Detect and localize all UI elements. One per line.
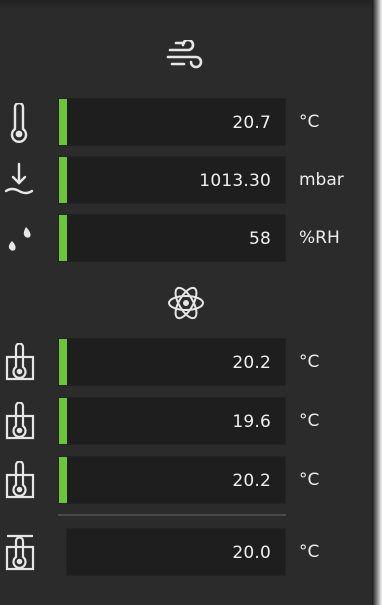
sensor-temperature-unit: °C xyxy=(299,470,320,490)
average-temperature-value: 20.0 xyxy=(232,543,271,563)
readings-panel: 20.7 °C 1013.30 mbar 58 %RH 20.2 °C 19.6… xyxy=(0,0,372,605)
status-bar xyxy=(59,215,67,261)
status-bar xyxy=(59,398,67,444)
sensor-temperature-field: 20.2 xyxy=(58,456,286,504)
thermometer-icon xyxy=(2,103,42,143)
sensor-temperature-field: 20.2 xyxy=(58,338,286,386)
ambient-temperature-field: 20.7 xyxy=(58,98,286,146)
ambient-temperature-value: 20.7 xyxy=(232,113,271,133)
sensor-temperature-row: 20.2 °C xyxy=(0,456,372,504)
sensor-temperature-value: 20.2 xyxy=(232,471,271,491)
sensor-temperature-value: 19.6 xyxy=(232,412,271,432)
probe-thermometer-icon xyxy=(2,343,42,383)
pressure-field: 1013.30 xyxy=(58,156,286,204)
atom-icon xyxy=(0,283,372,323)
average-temperature-unit: °C xyxy=(299,542,320,562)
panel-top-edge xyxy=(0,0,372,10)
wind-icon xyxy=(0,40,372,74)
average-temperature-row: 20.0 °C xyxy=(0,528,372,576)
pressure-unit: mbar xyxy=(299,170,344,190)
sensor-temperature-row: 19.6 °C xyxy=(0,397,372,445)
average-temperature-field: 20.0 xyxy=(66,528,286,576)
pressure-value: 1013.30 xyxy=(199,171,271,191)
status-bar xyxy=(59,457,67,503)
sensor-temperature-field: 19.6 xyxy=(58,397,286,445)
pressure-row: 1013.30 mbar xyxy=(0,156,372,204)
humidity-row: 58 %RH xyxy=(0,214,372,262)
probe-thermometer-icon xyxy=(2,461,42,501)
humidity-unit: %RH xyxy=(299,228,340,248)
humidity-value: 58 xyxy=(248,229,271,249)
sensor-temperature-value: 20.2 xyxy=(232,353,271,373)
humidity-field: 58 xyxy=(58,214,286,262)
status-bar xyxy=(59,157,67,203)
sensor-temperature-row: 20.2 °C xyxy=(0,338,372,386)
ambient-temperature-row: 20.7 °C xyxy=(0,98,372,146)
window-edge xyxy=(372,0,382,605)
sensor-temperature-unit: °C xyxy=(299,352,320,372)
sensor-temperature-unit: °C xyxy=(299,411,320,431)
ambient-temperature-unit: °C xyxy=(299,112,320,132)
status-bar xyxy=(59,339,67,385)
pressure-icon xyxy=(2,161,42,201)
average-thermometer-icon xyxy=(2,533,42,573)
status-bar xyxy=(59,99,67,145)
humidity-icon xyxy=(2,219,42,259)
divider xyxy=(58,514,286,516)
probe-thermometer-icon xyxy=(2,402,42,442)
